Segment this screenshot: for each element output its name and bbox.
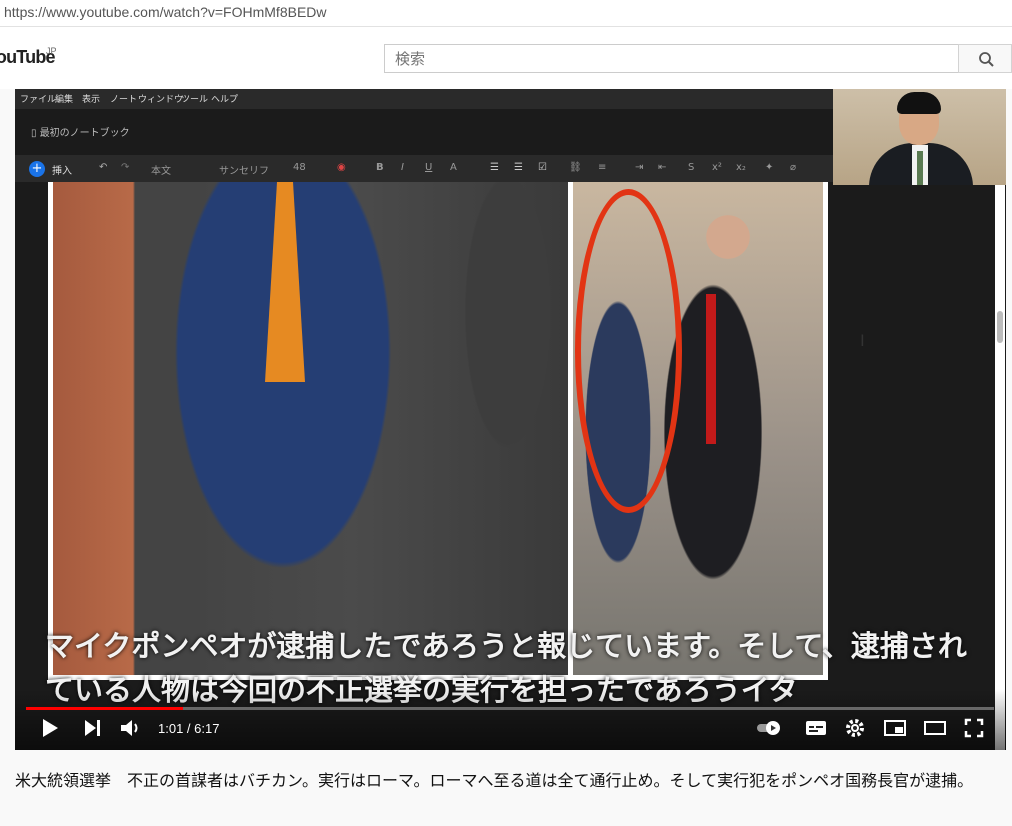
masthead: YouTube JP — [0, 27, 1012, 89]
volume-icon[interactable] — [119, 717, 143, 739]
undo-icon: ↶ — [99, 162, 108, 173]
editor-menu-bar: ファイル 編集 表示 ノート ウィンドウ ツール ヘルプ — [15, 89, 833, 109]
search-icon — [979, 52, 994, 67]
text-cursor-icon: I — [860, 331, 865, 350]
theater-mode-icon[interactable] — [923, 717, 947, 739]
region-label: JP — [46, 46, 57, 56]
align-icon: ≡ — [598, 162, 607, 173]
video-player[interactable]: ファイル 編集 表示 ノート ウィンドウ ツール ヘルプ ▯ 最初のノートブック… — [15, 89, 1006, 750]
editor-toolbar: + 挿入 ↶ ↷ 本文 サンセリフ 48 ◉ B I U A ☰ ☰ ☑ ⛓ ≡… — [15, 155, 833, 182]
notebook-label: ▯ 最初のノートブック — [31, 128, 130, 139]
miniplayer-icon[interactable] — [883, 717, 907, 739]
search-input[interactable] — [384, 44, 958, 73]
indent-icon: ⇥ — [635, 162, 644, 173]
text-color-icon: A — [450, 162, 457, 173]
editor-scrollbar — [995, 185, 1005, 750]
progress-played — [26, 707, 183, 710]
superscript-icon: x² — [712, 162, 722, 173]
menu-help: ヘルプ — [211, 95, 239, 105]
insert-label: 挿入 — [52, 166, 72, 177]
autoplay-toggle-icon[interactable] — [755, 717, 785, 739]
editor-scroll-thumb — [997, 311, 1003, 343]
size-label: 48 — [293, 162, 306, 173]
color-icon: ◉ — [337, 162, 346, 173]
font-label: サンセリフ — [219, 166, 269, 177]
next-icon[interactable] — [81, 717, 103, 739]
url-text: https://www.youtube.com/watch?v=FOHmMf8B… — [4, 4, 327, 20]
numbered-list-icon: ☰ — [514, 162, 523, 173]
search-button[interactable] — [958, 44, 1012, 73]
plus-icon: + — [29, 161, 45, 177]
style-label: 本文 — [151, 166, 171, 177]
clear-format-icon: ⌀ — [790, 162, 797, 173]
address-bar[interactable]: https://www.youtube.com/watch?v=FOHmMf8B… — [0, 0, 1012, 27]
magic-wand-icon: ✦ — [765, 162, 774, 173]
presenter-tie — [917, 151, 923, 185]
strikethrough-icon: S — [688, 162, 695, 173]
subtitles-icon[interactable] — [804, 717, 828, 739]
menu-tools: ツール — [181, 95, 209, 105]
menu-note: ノート — [110, 95, 138, 105]
video-title: 米大統領選挙 不正の首謀者はバチカン。実行はローマ。ローマへ至る道は全て通行止め… — [15, 771, 974, 790]
play-icon[interactable] — [39, 717, 61, 739]
notebook-icon: ▯ — [31, 128, 40, 139]
italic-icon: I — [401, 162, 404, 173]
menu-edit: 編集 — [55, 95, 74, 105]
bullet-list-icon: ☰ — [490, 162, 499, 173]
outdent-icon: ⇤ — [658, 162, 667, 173]
fullscreen-icon[interactable] — [963, 717, 985, 739]
photo-left — [53, 182, 568, 675]
settings-gear-icon[interactable] — [844, 717, 866, 739]
time-display: 1:01 / 6:17 — [158, 721, 220, 736]
underline-icon: U — [425, 162, 433, 173]
menu-window: ウィンドウ — [138, 95, 184, 105]
menu-view: 表示 — [82, 95, 101, 105]
subscript-icon: x₂ — [736, 162, 746, 173]
webcam-overlay — [833, 89, 1006, 185]
link-icon: ⛓ — [569, 162, 582, 173]
menu-file: ファイル — [20, 95, 57, 105]
presenter-hair — [897, 92, 941, 114]
checklist-icon: ☑ — [538, 162, 547, 173]
progress-bar[interactable] — [26, 707, 994, 710]
red-tie — [706, 294, 716, 444]
bold-icon: B — [376, 162, 384, 173]
redo-icon: ↷ — [121, 162, 130, 173]
red-circle-annotation — [575, 189, 682, 513]
